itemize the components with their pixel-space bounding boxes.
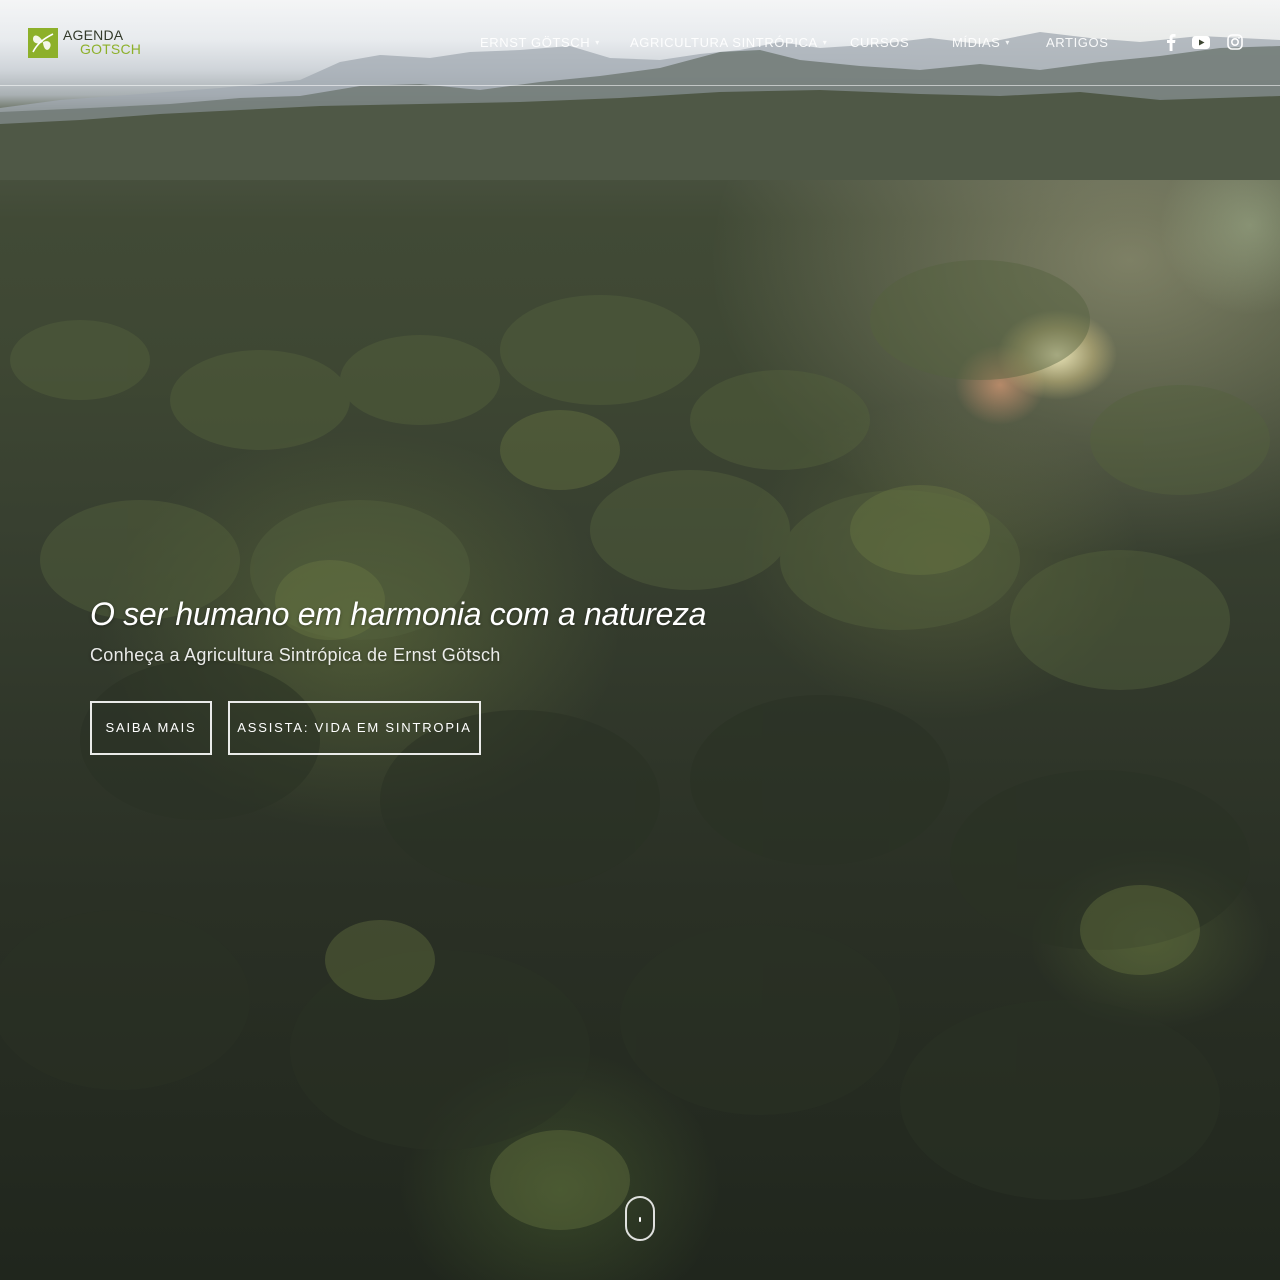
hero-title: O ser humano em harmonia com a natureza	[90, 596, 707, 632]
watch-video-button[interactable]: ASSISTA: VIDA EM SINTROPIA	[228, 701, 481, 755]
chevron-down-icon: ▾	[595, 38, 600, 47]
nav-label: MÍDIAS	[952, 35, 1001, 50]
nav-item-artigos[interactable]: ARTIGOS	[1046, 34, 1108, 52]
mouse-scroll-icon[interactable]	[625, 1196, 655, 1241]
saiba-mais-button[interactable]: SAIBA MAIS	[90, 701, 212, 755]
nav-label: ARTIGOS	[1046, 35, 1109, 50]
nav-item-agricultura-sintropica[interactable]: AGRICULTURA SINTRÓPICA ▾	[630, 34, 827, 52]
nav-label: ERNST GÖTSCH	[480, 35, 591, 50]
facebook-icon[interactable]	[1160, 32, 1182, 52]
instagram-icon[interactable]	[1224, 32, 1246, 52]
scroll-wheel-dot	[639, 1217, 641, 1222]
youtube-icon[interactable]	[1190, 32, 1212, 52]
site-header: AGENDA GOTSCH ERNST GÖTSCH ▾ AGRICULTURA…	[0, 0, 1280, 86]
hero-subtitle: Conheça a Agricultura Sintrópica de Erns…	[90, 645, 501, 665]
hero-background	[0, 0, 1280, 1280]
main-navigation: ERNST GÖTSCH ▾ AGRICULTURA SINTRÓPICA ▾ …	[0, 34, 1280, 52]
nav-item-ernst-gotsch[interactable]: ERNST GÖTSCH ▾	[480, 34, 600, 52]
nav-label: AGRICULTURA SINTRÓPICA	[630, 35, 818, 50]
chevron-down-icon: ▾	[1005, 38, 1011, 47]
nav-label: CURSOS	[850, 35, 910, 50]
nav-item-midias[interactable]: MÍDIAS ▾	[952, 34, 1010, 52]
forest-canopy-texture	[0, 260, 1270, 1230]
nav-item-cursos[interactable]: CURSOS	[850, 34, 909, 52]
chevron-down-icon: ▾	[822, 38, 828, 47]
